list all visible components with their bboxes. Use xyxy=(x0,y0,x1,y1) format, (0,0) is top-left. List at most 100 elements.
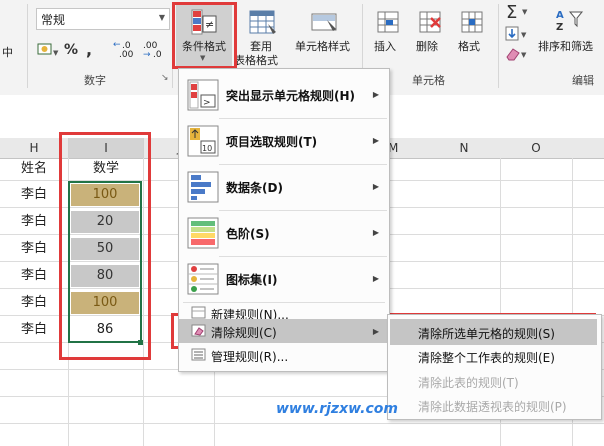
chevron-right-icon: ▶ xyxy=(372,327,379,336)
svg-text:>: > xyxy=(203,98,211,108)
sort-filter-button[interactable]: A Z 排序和筛选 xyxy=(536,4,602,66)
cell-styles-button[interactable]: 单元格样式 xyxy=(294,4,356,66)
svg-text:10: 10 xyxy=(202,144,212,153)
submenu-item-clear-selected[interactable]: 清除所选单元格的规则(S) xyxy=(390,319,597,345)
menu-item-manage-rules[interactable]: 管理规则(R)... xyxy=(179,345,389,367)
sort-filter-label: 排序和筛选 xyxy=(538,40,593,53)
clear-rules-submenu: 清除所选单元格的规则(S) 清除整个工作表的规则(E) 清除此表的规则(T) 清… xyxy=(387,314,602,420)
column-header-N[interactable]: N xyxy=(428,138,501,159)
menu-label: 管理规则(R)... xyxy=(211,350,289,364)
chevron-right-icon: ▶ xyxy=(372,182,379,191)
delete-label: 删除 xyxy=(416,40,438,53)
menu-label: 突出显示单元格规则(H) xyxy=(226,89,356,103)
svg-text:Z: Z xyxy=(556,22,563,33)
sort-filter-icon: A Z xyxy=(556,10,584,33)
eraser-icon: ▼ xyxy=(506,48,527,61)
delete-button[interactable]: 删除 xyxy=(410,4,450,66)
submenu-label: 清除所选单元格的规则(S) xyxy=(418,327,555,341)
submenu-item-clear-sheet[interactable]: 清除整个工作表的规则(E) xyxy=(418,349,555,366)
menu-label: 色阶(S) xyxy=(226,227,270,241)
menu-item-data-bars[interactable]: 数据条(D) ▶ xyxy=(179,165,389,209)
cell-name[interactable]: 李白 xyxy=(0,211,68,233)
chevron-right-icon: ▶ xyxy=(372,274,379,283)
cell-styles-icon xyxy=(311,13,337,31)
menu-label: 项目选取规则(T) xyxy=(226,135,318,149)
annotation-box-cond-format xyxy=(172,2,237,69)
menu-item-clear-rules[interactable]: 清除规则(C) ▶ xyxy=(179,319,389,343)
divider xyxy=(27,4,28,88)
color-scales-icon xyxy=(187,217,219,249)
cell-name[interactable]: 李白 xyxy=(0,238,68,260)
format-as-table-label-2: 表格格式 xyxy=(234,54,278,67)
watermark-text: www.rjzxw.com xyxy=(276,401,398,417)
dec-decimal-label-2: .0 xyxy=(153,50,162,60)
manage-rules-icon xyxy=(191,348,206,361)
clear-button[interactable]: ▼ xyxy=(505,46,531,62)
fill-button[interactable]: ▼ xyxy=(505,26,531,42)
chevron-down-icon: ▼ xyxy=(158,13,165,22)
percent-button[interactable]: % xyxy=(64,42,78,58)
insert-cells-icon xyxy=(377,11,399,33)
format-cells-icon xyxy=(461,11,483,33)
divider xyxy=(498,4,499,88)
insert-button[interactable]: 插入 xyxy=(368,4,408,66)
number-format-select[interactable]: 常规 ▼ xyxy=(36,8,170,30)
column-header-O[interactable]: O xyxy=(500,138,573,159)
menu-label: 图标集(I) xyxy=(226,273,278,287)
chevron-right-icon: ▶ xyxy=(372,136,379,145)
dialog-launcher-icon[interactable]: ↘ xyxy=(161,73,169,83)
cell-name[interactable]: 李白 xyxy=(0,265,68,287)
submenu-item-clear-table: 清除此表的规则(T) xyxy=(418,376,519,390)
menu-item-color-scales[interactable]: 色阶(S) ▶ xyxy=(179,211,389,255)
chevron-down-icon: ▼ xyxy=(522,8,528,16)
menu-item-icon-sets[interactable]: 图标集(I) ▶ xyxy=(179,257,389,301)
accounting-format-button[interactable]: ▼ xyxy=(34,40,60,60)
svg-text:▼: ▼ xyxy=(53,49,59,57)
menu-item-top-bottom-rules[interactable]: 10 项目选取规则(T) ▶ xyxy=(179,119,389,163)
conditional-format-menu: > 突出显示单元格规则(H) ▶ 10 项目选取规则(T) ▶ 数据条(D) ▶ xyxy=(178,68,390,372)
currency-icon: ▼ xyxy=(37,43,59,57)
cell-name[interactable]: 李白 xyxy=(0,319,68,341)
menu-item-highlight-rules[interactable]: > 突出显示单元格规则(H) ▶ xyxy=(179,73,389,117)
decrease-decimal-button[interactable]: .00 → .0 xyxy=(143,40,169,60)
inc-decimal-label-2: .00 xyxy=(119,50,134,60)
table-format-icon xyxy=(249,10,276,34)
cell-name[interactable]: 李白 xyxy=(0,184,68,206)
delete-cells-icon xyxy=(419,11,441,33)
svg-text:▼: ▼ xyxy=(521,51,527,59)
menu-label: 数据条(D) xyxy=(226,181,283,195)
increase-decimal-button[interactable]: ← .0 .00 xyxy=(113,40,139,60)
data-bars-icon xyxy=(187,171,219,203)
column-header-blank[interactable] xyxy=(572,138,604,159)
number-format-value: 常规 xyxy=(41,13,66,27)
top-bottom-rules-icon: 10 xyxy=(187,125,219,157)
highlight-rules-icon: > xyxy=(187,79,219,111)
submenu-item-clear-pivot: 清除此数据透视表的规则(P) xyxy=(418,400,567,414)
insert-label: 插入 xyxy=(374,40,396,53)
svg-text:A: A xyxy=(556,10,564,21)
column-header-M[interactable]: M xyxy=(388,138,429,159)
gridline xyxy=(0,423,604,424)
cell-name-header[interactable]: 姓名 xyxy=(0,158,68,180)
cells-group-label: 单元格 xyxy=(412,74,445,87)
left-group-label: 中 xyxy=(2,46,13,59)
editing-group-label: 编辑 xyxy=(572,74,594,87)
autosum-button[interactable]: Σ xyxy=(506,2,517,23)
arrow-left-icon: ← xyxy=(113,40,121,50)
annotation-box-column xyxy=(59,132,151,360)
format-label: 格式 xyxy=(458,40,480,53)
number-group-label: 数字 xyxy=(84,74,106,87)
format-as-table-button[interactable]: 套用 表格格式 xyxy=(234,4,292,67)
cell-styles-label: 单元格样式 xyxy=(295,40,350,53)
comma-button[interactable]: , xyxy=(86,40,92,59)
arrow-right-icon: → xyxy=(143,50,151,60)
cell-name[interactable]: 李白 xyxy=(0,292,68,314)
menu-label: 清除规则(C) xyxy=(211,326,277,340)
new-rule-icon xyxy=(191,306,206,319)
format-button[interactable]: 格式 xyxy=(452,4,492,66)
chevron-right-icon: ▶ xyxy=(372,90,379,99)
fill-down-icon: ▼ xyxy=(505,26,527,41)
icon-sets-icon xyxy=(187,263,219,295)
svg-text:▼: ▼ xyxy=(521,31,527,39)
eraser-icon xyxy=(191,324,206,337)
